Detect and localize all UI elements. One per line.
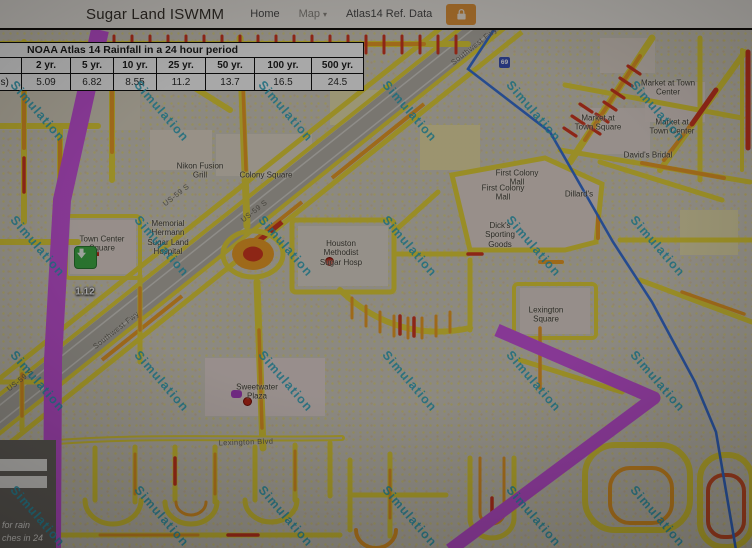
panel-field-2[interactable] bbox=[0, 476, 47, 488]
place-label: Dillard's bbox=[565, 189, 593, 198]
place-label: Market at Town Square bbox=[575, 114, 622, 133]
place-label: Market at Town Center bbox=[641, 79, 695, 98]
app-window: 69 1.12 Nikon Fusion Grill Colony Square M… bbox=[0, 0, 752, 548]
place-label: Colony Square bbox=[240, 170, 293, 179]
value-500yr: 24.5 bbox=[312, 74, 364, 91]
col-header-25yr: 25 yr. bbox=[157, 58, 206, 74]
place-label: Nikon Fusion Grill bbox=[177, 162, 224, 181]
nav-atlas14-ref-data[interactable]: Atlas14 Ref. Data bbox=[346, 8, 432, 20]
arrow-down-icon bbox=[75, 247, 88, 260]
rainfall-table-title: NOAA Atlas 14 Rainfall in a 24 hour peri… bbox=[0, 43, 364, 58]
col-header-500yr: 500 yr. bbox=[312, 58, 364, 74]
place-label: First Colony Mall bbox=[482, 184, 525, 203]
place-label: Sweetwater Plaza bbox=[236, 383, 278, 402]
place-label: Lexington Square bbox=[529, 306, 564, 325]
main-nav: Home Map▾ Atlas14 Ref. Data bbox=[250, 8, 432, 20]
road-label: Lexington Blvd bbox=[218, 437, 273, 448]
panel-text-line1: for rain bbox=[2, 520, 30, 530]
map-canvas[interactable]: 69 1.12 Nikon Fusion Grill Colony Square M… bbox=[0, 28, 752, 548]
place-label: Dick's Sporting Goods bbox=[485, 221, 515, 249]
interchange-hotspot bbox=[232, 238, 274, 270]
app-title: Sugar Land ISWMM bbox=[86, 6, 224, 23]
row-label-inches: (inches) bbox=[0, 74, 22, 91]
value-25yr: 11.2 bbox=[157, 74, 206, 91]
place-label: Memorial Hermann Sugar Land Hospital bbox=[147, 219, 188, 257]
place-label: Market at Town Center bbox=[650, 118, 695, 137]
result-marker[interactable] bbox=[74, 246, 97, 269]
lock-button[interactable] bbox=[446, 4, 476, 25]
map-streets-layer bbox=[0, 30, 752, 548]
col-header-2yr: 2 yr. bbox=[22, 58, 71, 74]
nav-home[interactable]: Home bbox=[250, 8, 279, 20]
chevron-down-icon: ▾ bbox=[323, 10, 327, 19]
value-50yr: 13.7 bbox=[206, 74, 255, 91]
us69-highway-shield: 69 bbox=[499, 57, 510, 68]
place-label: David's Bridal bbox=[624, 150, 673, 159]
col-header-50yr: 50 yr. bbox=[206, 58, 255, 74]
value-2yr: 5.09 bbox=[22, 74, 71, 91]
col-header-10yr: 10 yr. bbox=[114, 58, 157, 74]
rainfall-table: NOAA Atlas 14 Rainfall in a 24 hour peri… bbox=[0, 42, 364, 91]
app-header: Sugar Land ISWMM Home Map▾ Atlas14 Ref. … bbox=[0, 0, 752, 28]
panel-field-1[interactable] bbox=[0, 459, 47, 471]
col-header-blank bbox=[0, 58, 22, 74]
marker-value-label: 1.12 bbox=[75, 287, 94, 298]
panel-text-line2: ches in 24 bbox=[2, 533, 43, 543]
nav-map[interactable]: Map▾ bbox=[299, 8, 327, 20]
value-5yr: 6.82 bbox=[71, 74, 114, 91]
col-header-5yr: 5 yr. bbox=[71, 58, 114, 74]
value-10yr: 8.55 bbox=[114, 74, 157, 91]
value-100yr: 16.5 bbox=[255, 74, 312, 91]
dialog-panel: for rain ches in 24 bbox=[0, 440, 56, 548]
place-label: Houston Methodist Sugar Hosp bbox=[320, 239, 362, 267]
col-header-100yr: 100 yr. bbox=[255, 58, 312, 74]
lock-icon bbox=[456, 8, 467, 21]
